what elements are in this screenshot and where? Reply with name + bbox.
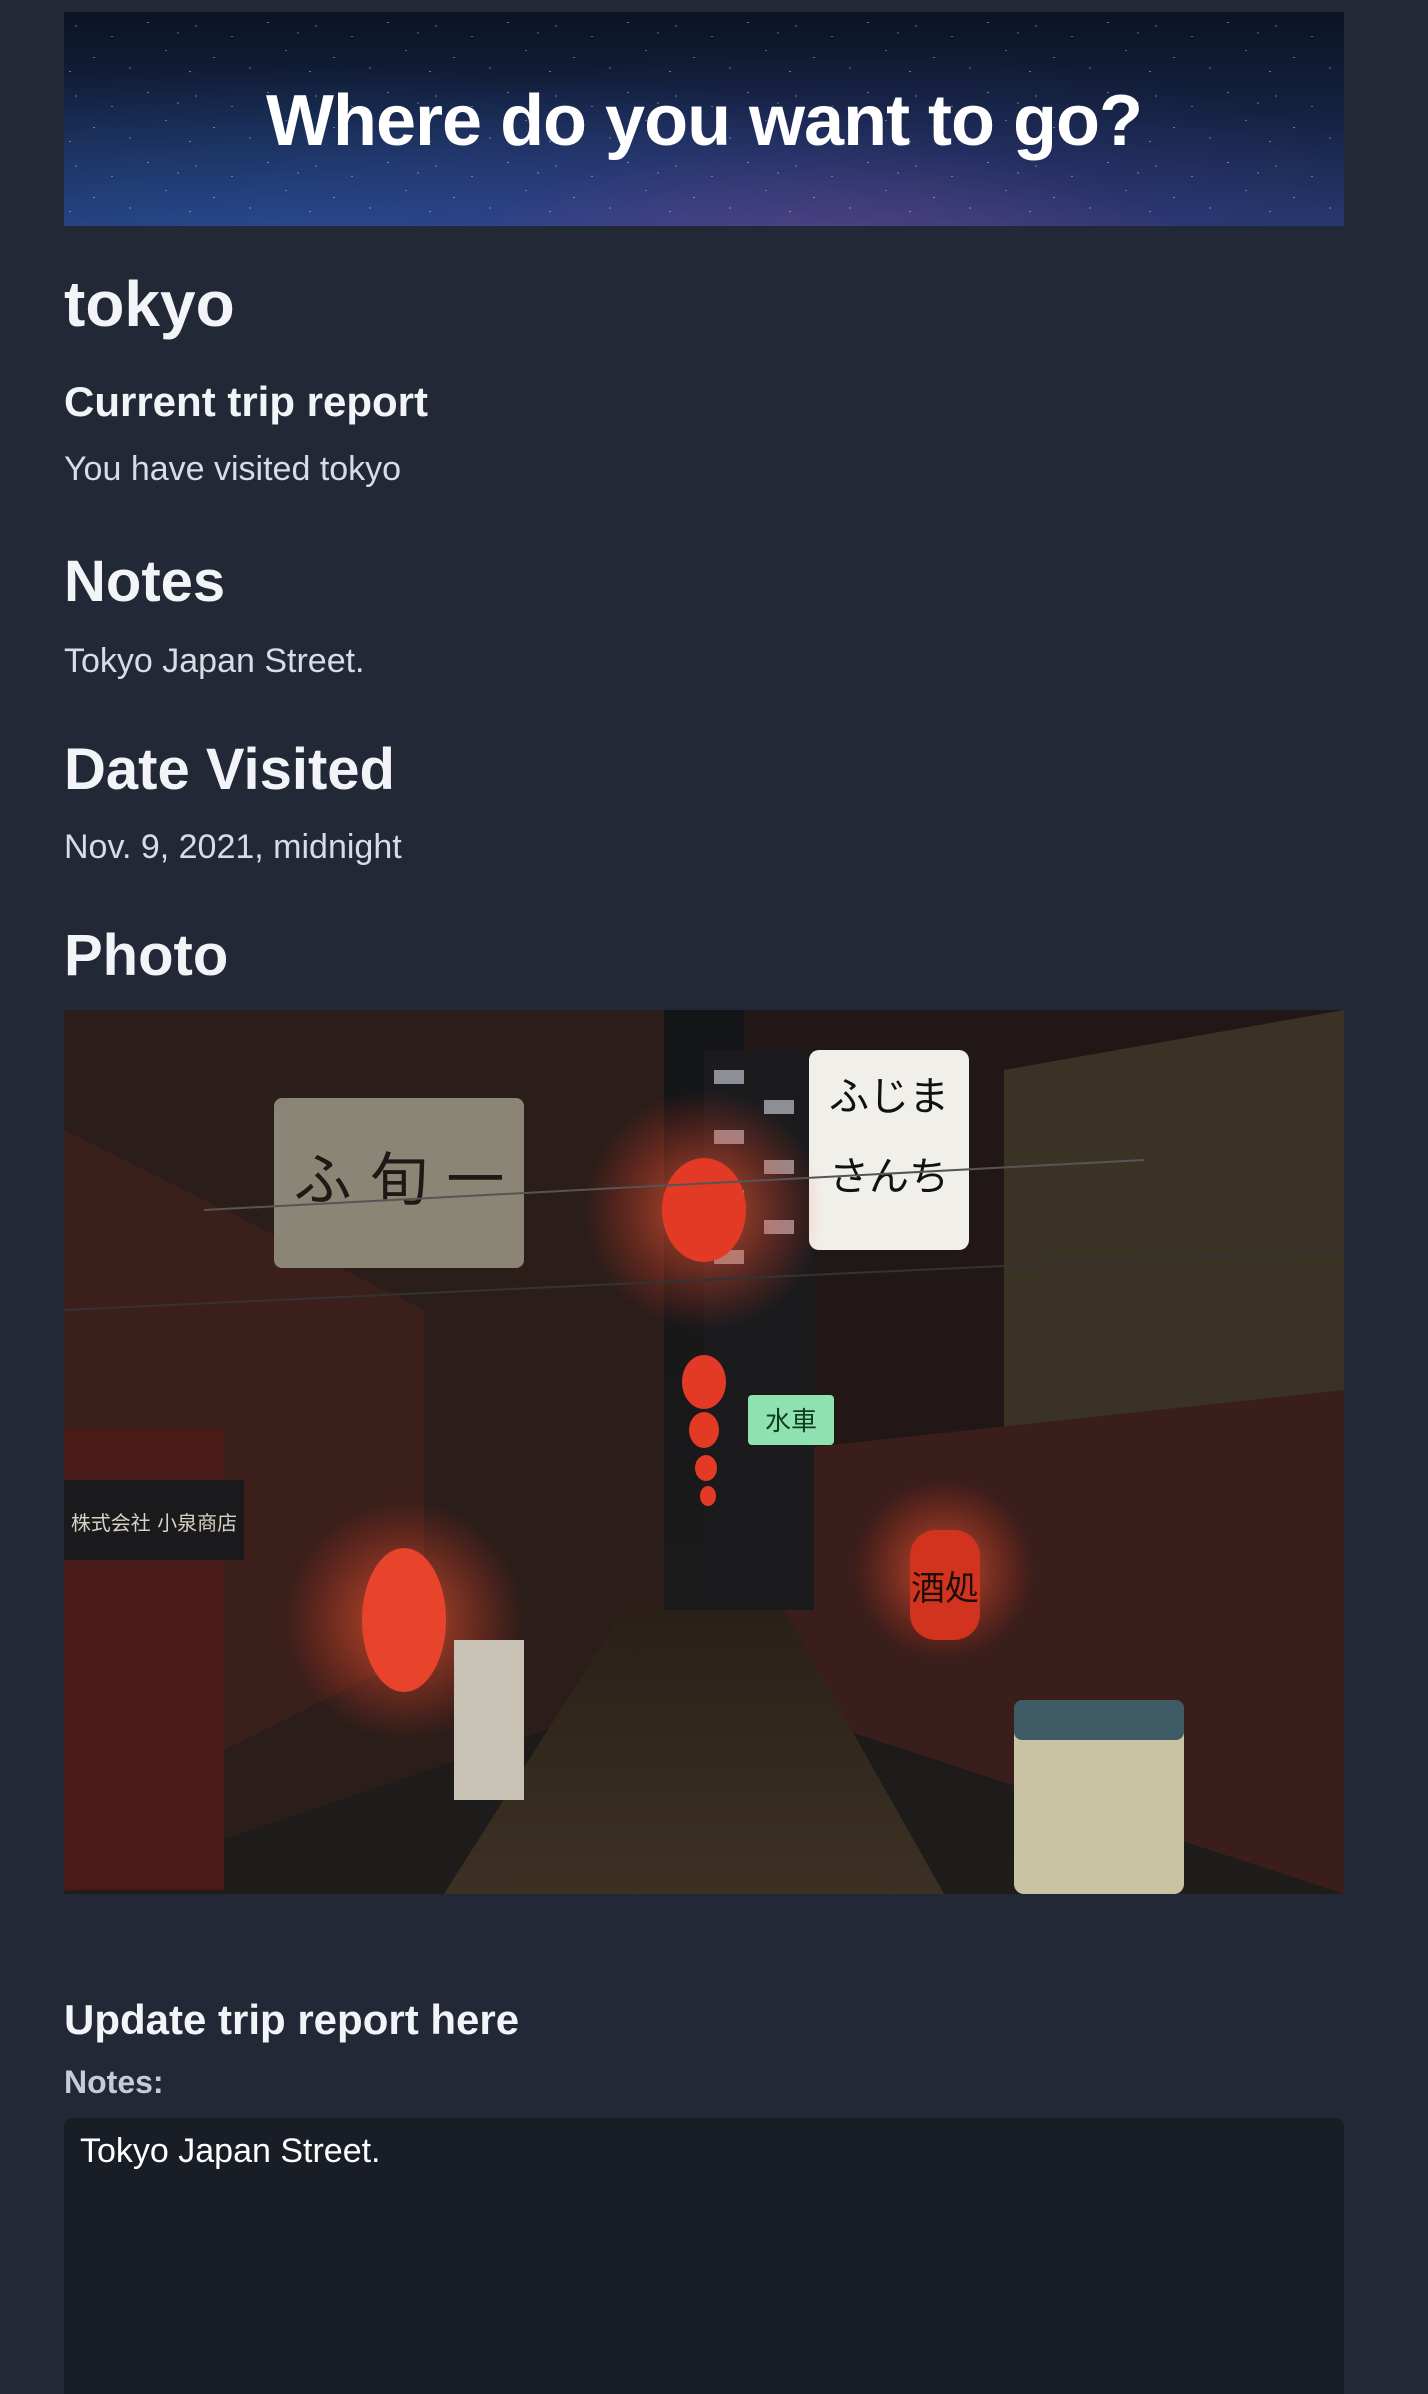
shop-sign-text: 株式会社 小泉商店 [71, 1511, 237, 1535]
trip-photo: ふ 旬 一 ふじま さんち 水車 株式会社 小泉商店 酒処 [64, 1010, 1344, 1894]
page: Where do you want to go? tokyo Current t… [0, 0, 1428, 2394]
right-sign-line2: さんち [829, 1154, 949, 1200]
tokyo-alley-photo: ふ 旬 一 ふじま さんち 水車 株式会社 小泉商店 酒処 [64, 1010, 1344, 1894]
notes-text: Tokyo Japan Street. [64, 642, 365, 680]
city-title: tokyo [64, 268, 235, 340]
update-form-heading: Update trip report here [64, 1996, 520, 2043]
right-lantern-text: 酒処 [911, 1569, 979, 1609]
hero-banner: Where do you want to go? [64, 12, 1344, 226]
notes-label: Notes: [64, 2064, 164, 2100]
right-sign-line1: ふじま [829, 1074, 949, 1120]
current-report-heading: Current trip report [64, 378, 429, 425]
visited-text: You have visited tokyo [64, 450, 402, 488]
date-visited-heading: Date Visited [64, 737, 395, 802]
notes-textarea[interactable]: Tokyo Japan Street. [64, 2118, 1344, 2394]
notes-heading: Notes [64, 549, 226, 614]
photo-heading: Photo [64, 923, 229, 988]
banner-heading: Where do you want to go? [266, 81, 1143, 161]
green-sign-text: 水車 [765, 1407, 817, 1437]
date-visited-text: Nov. 9, 2021, midnight [64, 828, 402, 866]
